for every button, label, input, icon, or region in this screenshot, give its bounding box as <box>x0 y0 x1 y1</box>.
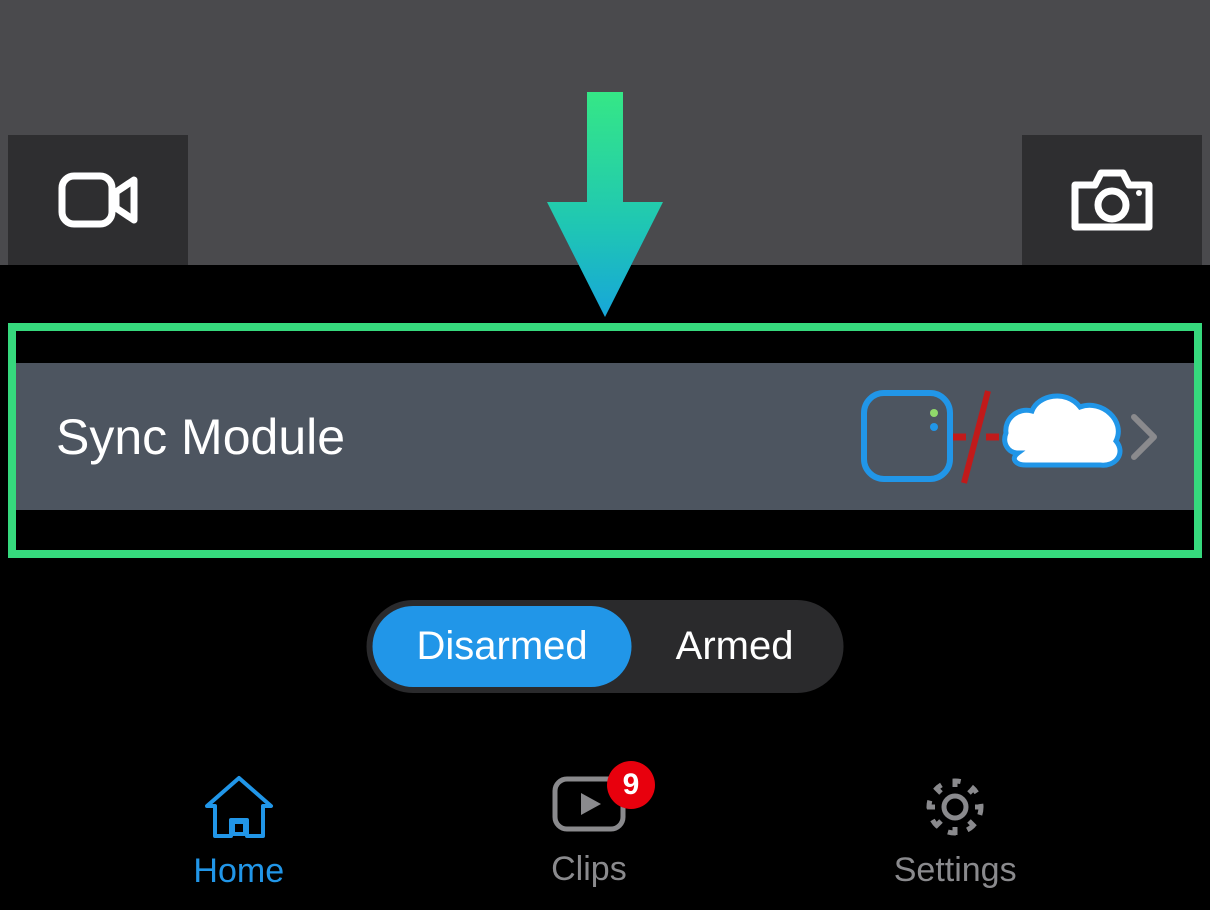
home-icon <box>201 774 277 840</box>
bottom-nav: Home 9 Clips Settings <box>0 760 1210 910</box>
camera-button[interactable] <box>1022 135 1202 265</box>
camera-icon <box>1069 167 1155 233</box>
armed-button[interactable]: Armed <box>632 606 838 687</box>
clips-badge: 9 <box>607 761 655 809</box>
disarmed-button[interactable]: Disarmed <box>373 606 632 687</box>
arm-toggle: Disarmed Armed <box>367 600 844 693</box>
nav-clips[interactable]: 9 Clips <box>551 775 627 889</box>
nav-home[interactable]: Home <box>193 774 284 891</box>
sync-module-row[interactable]: Sync Module <box>16 363 1194 510</box>
video-icon <box>58 172 138 228</box>
arrow-annotation <box>545 92 665 327</box>
sync-module-label: Sync Module <box>56 408 858 466</box>
sync-module-highlight: Sync Module <box>8 323 1202 558</box>
nav-home-label: Home <box>193 852 284 891</box>
video-button[interactable] <box>8 135 188 265</box>
gear-icon <box>923 775 987 839</box>
nav-settings-label: Settings <box>894 851 1017 890</box>
nav-settings[interactable]: Settings <box>894 775 1017 890</box>
sync-module-status <box>858 387 1158 487</box>
nav-clips-label: Clips <box>551 850 627 889</box>
